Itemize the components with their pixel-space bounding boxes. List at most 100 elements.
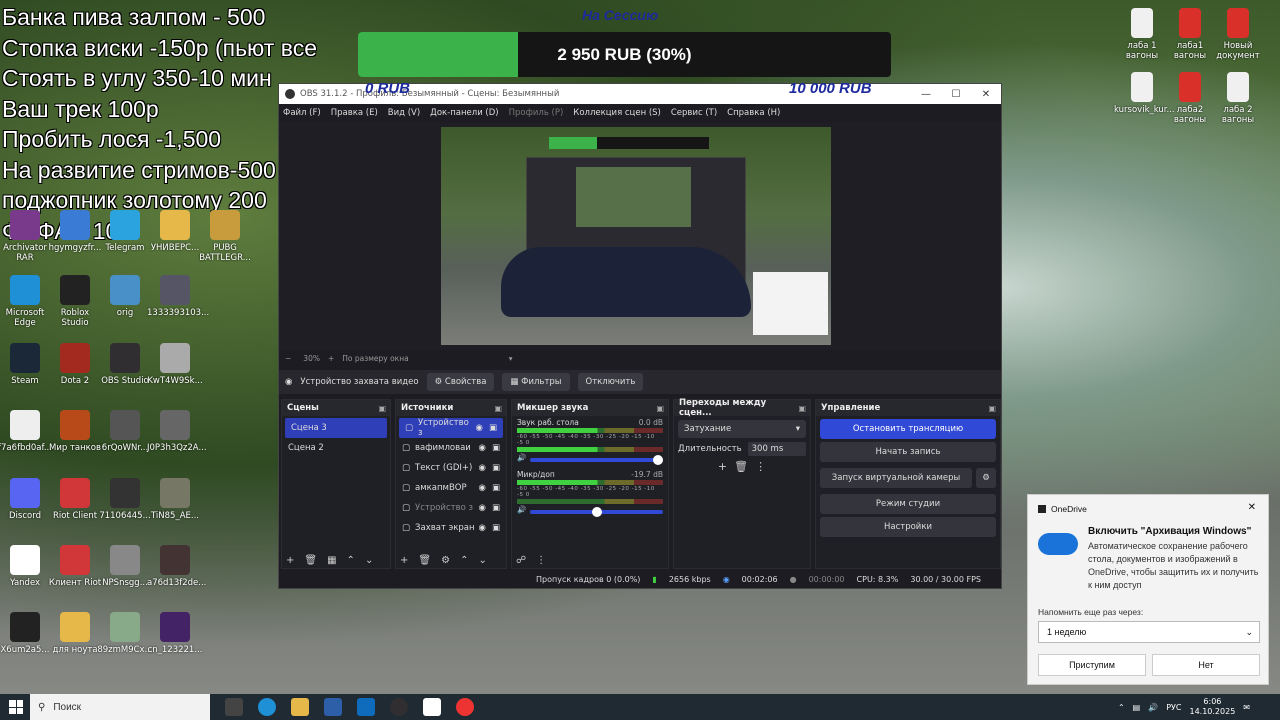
desktop-shortcut[interactable]: для ноута [47,612,103,655]
eye-icon[interactable]: ◉ [479,523,486,533]
settings-button[interactable]: Настройки [820,517,996,537]
eye-icon[interactable]: ◉ [479,443,486,453]
volume-slider[interactable] [530,506,663,517]
explorer-icon[interactable] [291,698,309,716]
edge-icon[interactable] [258,698,276,716]
lock-icon[interactable]: ▣ [492,483,500,493]
menu-profile[interactable]: Профиль (P) [509,108,564,118]
dock-float-icon[interactable]: ▣ [494,404,502,413]
desktop-shortcut[interactable]: 71106445... [97,478,153,521]
lock-icon[interactable]: ▣ [489,423,497,433]
yandex-icon[interactable] [456,698,474,716]
gear-icon[interactable]: ⚙ [441,555,450,566]
dock-float-icon[interactable]: ▣ [988,404,996,413]
more-icon[interactable]: ⋮ [536,555,546,566]
preview-area[interactable] [279,122,1001,350]
maximize-button[interactable]: ☐ [941,89,971,100]
more-icon[interactable]: ⋮ [755,460,766,473]
chevron-up-icon[interactable]: ⌃ [347,555,355,566]
windows-start-icon[interactable] [9,700,23,714]
chevron-up-icon[interactable]: ⌃ [460,555,468,566]
outlook-icon[interactable] [357,698,375,716]
yandex-browser-icon[interactable] [423,698,441,716]
duration-input[interactable]: 300 ms [747,442,806,456]
menu-tools[interactable]: Сервис (T) [671,108,717,118]
store-icon[interactable] [324,698,342,716]
chevron-down-icon[interactable]: ⌄ [478,555,486,566]
notification-icon[interactable]: ✉ [1243,703,1250,712]
lock-icon[interactable]: ▣ [492,503,500,513]
desktop-shortcut[interactable]: J0P3h3Qz2A... [147,410,207,453]
eye-icon[interactable]: ◉ [479,483,486,493]
zoom-in-button[interactable]: + [328,354,334,363]
desktop-shortcut[interactable]: Новый документ [1210,8,1266,61]
source-item[interactable]: ▢ вафимловаи ◉ ▣ [396,438,506,458]
stop-streaming-button[interactable]: Остановить трансляцию [820,419,996,439]
slider-knob[interactable] [591,506,602,517]
menu-file[interactable]: Файл (F) [283,108,321,118]
source-item[interactable]: ▢ Устройство з ◉ ▣ [396,498,506,518]
eye-icon[interactable]: ◉ [479,463,486,473]
desktop-shortcut[interactable]: PUBG BATTLEGR... [197,210,253,263]
chevron-down-icon[interactable]: ▾ [509,354,513,363]
desktop-shortcut[interactable]: Dota 2 [47,343,103,386]
desktop-shortcut[interactable]: Yandex [0,545,53,588]
source-item[interactable]: ▢ Текст (GDI+) ◉ ▣ [396,458,506,478]
desktop-shortcut[interactable]: 89zmM9Cx... [97,612,153,655]
close-button[interactable]: ✕ [971,89,1001,100]
desktop-shortcut[interactable]: f7a6fbd0af... [0,410,53,453]
minimize-button[interactable]: — [911,89,941,100]
source-item[interactable]: ▢ Устройство з ◉ ▣ [399,418,503,438]
scene-item[interactable]: Сцена 2 [282,438,390,458]
close-icon[interactable]: ✕ [1248,502,1256,513]
desktop-shortcut[interactable]: 1333393103... [147,275,209,318]
source-item[interactable]: ▢ амкапмВОР ◉ ▣ [396,478,506,498]
clock[interactable]: 6:06 14.10.2025 [1189,697,1235,717]
start-recording-button[interactable]: Начать запись [820,442,996,462]
filters-button[interactable]: ▦ Фильтры [502,373,570,391]
chevron-up-icon[interactable]: ⌃ [1118,703,1125,712]
gear-icon[interactable]: ⚙ [976,468,996,488]
dock-float-icon[interactable]: ▣ [378,404,386,413]
desktop-shortcut[interactable]: УНИВЕРС... [147,210,203,253]
speaker-icon[interactable]: 🔊 [517,505,526,514]
desktop-shortcut[interactable]: orig [97,275,153,318]
menu-view[interactable]: Вид (V) [388,108,420,118]
add-icon[interactable]: + [718,460,727,473]
desktop-shortcut[interactable]: Клиент Riot [47,545,103,588]
trash-icon[interactable]: 🗑 [734,460,748,473]
menu-edit[interactable]: Правка (E) [331,108,378,118]
dock-float-icon[interactable]: ▣ [798,404,806,413]
desktop-shortcut[interactable]: TiN85_AE... [147,478,203,521]
desktop-shortcut[interactable]: X6um2a5... [0,612,53,655]
fit-mode[interactable]: По размеру окна [342,354,408,363]
desktop-shortcut[interactable]: Telegram [97,210,153,253]
desktop-shortcut[interactable]: hgymgyzfr... [47,210,103,253]
desktop-shortcut[interactable]: a76d13f2de... [147,545,206,588]
studio-mode-button[interactable]: Режим студии [820,494,996,514]
eye-icon[interactable]: ◉ [476,423,483,433]
desktop-shortcut[interactable]: cn_123221... [147,612,203,655]
decline-button[interactable]: Нет [1152,654,1260,676]
trash-icon[interactable]: 🗑 [418,555,431,566]
source-item[interactable]: ▢ Захват экран ◉ ▣ [396,518,506,538]
transition-select[interactable]: Затухание ▾ [678,420,806,438]
network-icon[interactable]: ▤ [1133,703,1141,712]
link-icon[interactable]: ☍ [516,555,526,566]
volume-icon[interactable]: 🔊 [1148,703,1158,712]
language-indicator[interactable]: РУС [1166,703,1181,712]
task-view-icon[interactable] [225,698,243,716]
add-icon[interactable]: + [286,555,294,566]
volume-slider[interactable] [530,454,663,465]
desktop-shortcut[interactable]: Riot Client [47,478,103,521]
properties-button[interactable]: ⚙ Свойства [426,373,495,391]
menu-scene-collection[interactable]: Коллекция сцен (S) [573,108,661,118]
remind-select[interactable]: 1 неделю ⌄ [1038,621,1260,643]
slider-knob[interactable] [653,454,663,465]
dock-float-icon[interactable]: ▣ [656,404,664,413]
chevron-down-icon[interactable]: ⌄ [365,555,373,566]
search-box[interactable]: ⚲ Поиск [30,694,210,720]
desktop-shortcut[interactable]: Discord [0,478,53,521]
desktop-shortcut[interactable]: Microsoft Edge [0,275,53,328]
menu-docks[interactable]: Док-панели (D) [430,108,498,118]
